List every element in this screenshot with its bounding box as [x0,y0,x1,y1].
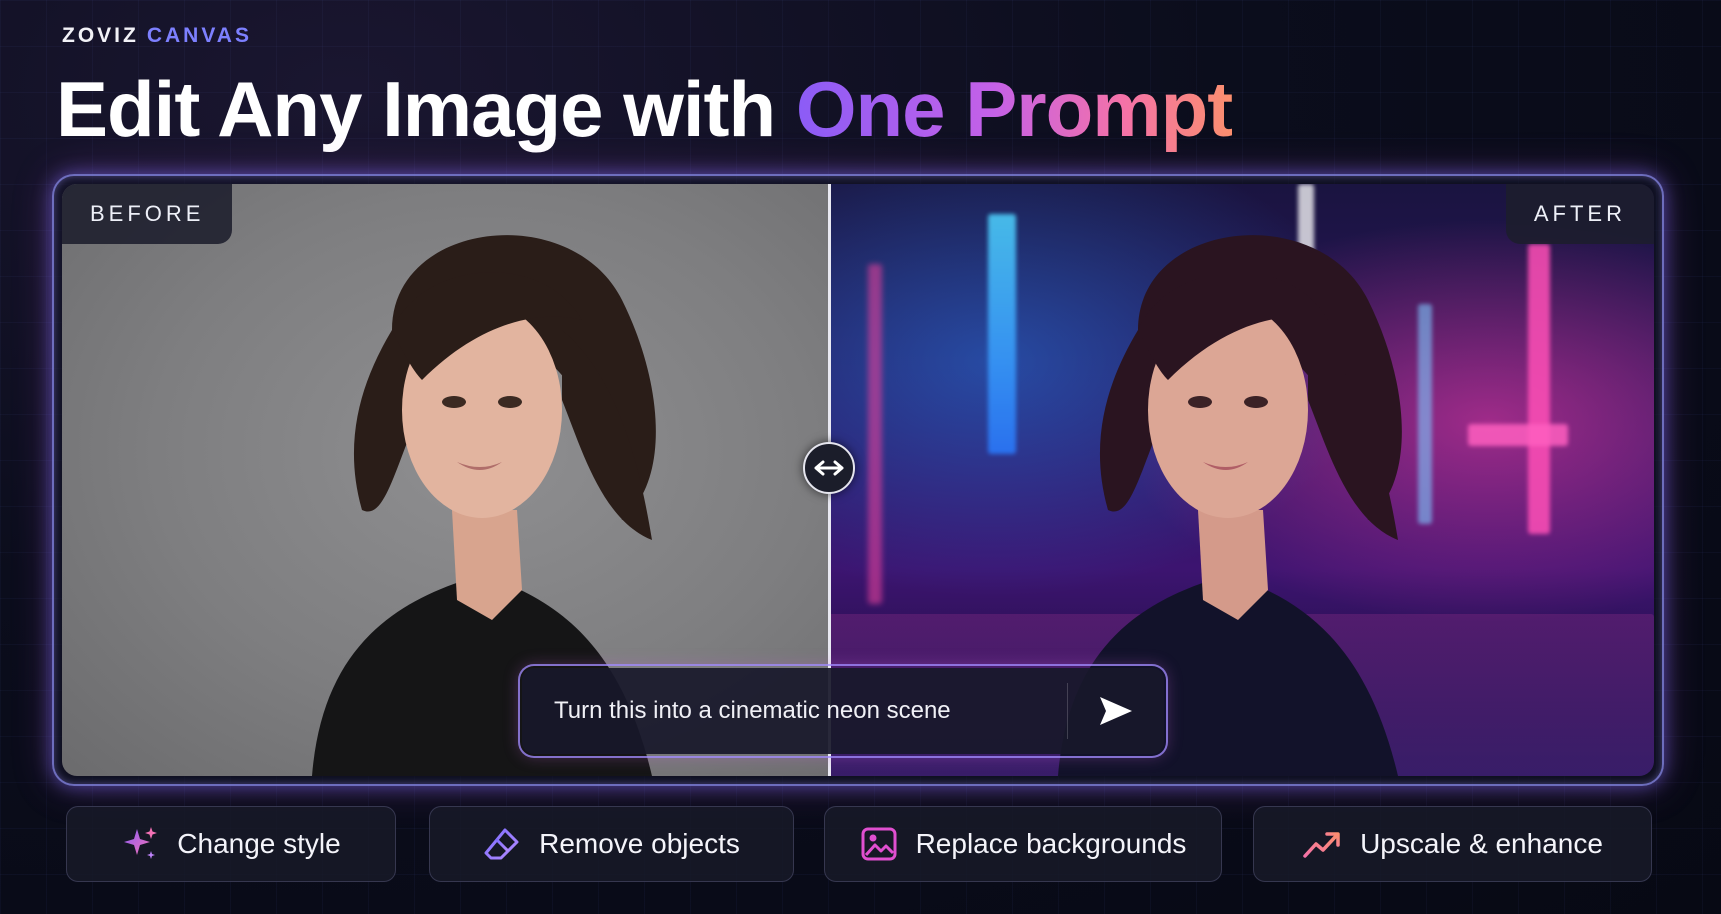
headline-plain: Edit Any Image with [56,65,796,153]
feature-label: Remove objects [539,828,740,859]
brand-product: CANVAS [146,24,252,47]
before-label: BEFORE [62,184,233,244]
feature-change-style[interactable]: Change style [66,806,396,882]
prompt-input[interactable] [522,668,1067,754]
feature-list: Change style Remove objects Replace back… [66,806,1654,884]
send-icon [1100,697,1132,725]
feature-label: Change style [177,828,341,859]
sparkles-icon [121,825,159,863]
brand-name: ZOVIZ [62,24,139,47]
prompt-bar [520,666,1166,756]
send-button[interactable] [1068,668,1164,754]
eraser-icon [483,825,521,863]
after-label: AFTER [1505,184,1654,244]
feature-label: Replace backgrounds [915,828,1187,859]
headline-highlight: One Prompt [795,65,1233,153]
feature-replace-backgrounds[interactable]: Replace backgrounds [824,806,1222,882]
left-right-arrows-icon [814,460,844,476]
feature-remove-objects[interactable]: Remove objects [429,806,794,882]
image-icon [860,825,898,863]
brand-logo: ZOVIZ CANVAS [62,24,252,48]
feature-label: Upscale & enhance [1360,828,1603,859]
trending-up-icon [1302,826,1342,862]
comparison-slider-handle[interactable] [803,442,855,494]
page-title: Edit Any Image with One Prompt [56,64,1233,155]
feature-upscale-enhance[interactable]: Upscale & enhance [1253,806,1652,882]
